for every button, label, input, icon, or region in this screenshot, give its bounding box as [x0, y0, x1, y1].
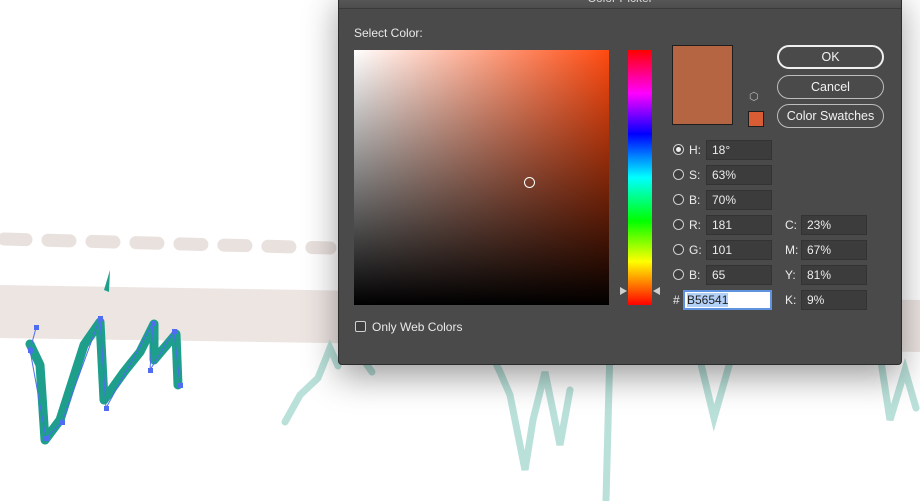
yellow-label: Y: [785, 268, 796, 282]
blue-label: B: [689, 268, 701, 282]
hex-value: B56541 [687, 293, 729, 307]
red-label: R: [689, 218, 701, 232]
dashed-guide [0, 232, 337, 255]
faint-scribbles [281, 339, 920, 501]
zigzag-tip [104, 270, 110, 292]
hue-arrow-left-icon[interactable] [620, 287, 627, 295]
gamut-swatch[interactable] [748, 111, 764, 127]
saturation-label: S: [689, 168, 701, 182]
only-web-colors-checkbox[interactable] [355, 321, 366, 332]
out-of-gamut-cube-icon[interactable]: ⬡ [749, 92, 759, 103]
hue-field[interactable]: 18° [706, 140, 772, 160]
saturation-brightness-field[interactable] [354, 50, 609, 305]
color-marker[interactable] [524, 177, 535, 188]
select-color-label: Select Color: [354, 26, 423, 40]
yellow-field[interactable]: 81% [801, 265, 867, 285]
magenta-label: M: [785, 243, 799, 257]
color-picker-dialog: Color Picker Select Color: ⬡ OK Cancel C… [338, 0, 902, 365]
hex-field[interactable]: B56541 [683, 290, 772, 310]
brightness-label: B: [689, 193, 701, 207]
hue-slider[interactable] [628, 50, 652, 305]
red-radio[interactable] [673, 219, 684, 230]
hue-radio[interactable] [673, 144, 684, 155]
hue-arrow-right-icon[interactable] [653, 287, 660, 295]
blue-radio[interactable] [673, 269, 684, 280]
hex-label: # [673, 293, 680, 307]
red-field[interactable]: 181 [706, 215, 772, 235]
color-swatches-button[interactable]: Color Swatches [777, 104, 884, 128]
cancel-button[interactable]: Cancel [777, 75, 884, 99]
saturation-field[interactable]: 63% [706, 165, 772, 185]
dialog-title: Color Picker [339, 0, 901, 9]
green-radio[interactable] [673, 244, 684, 255]
black-field[interactable]: 9% [801, 290, 867, 310]
black-label: K: [785, 293, 797, 307]
green-label: G: [689, 243, 702, 257]
ok-button[interactable]: OK [777, 45, 884, 69]
brightness-radio[interactable] [673, 194, 684, 205]
hue-label: H: [689, 143, 701, 157]
cyan-field[interactable]: 23% [801, 215, 867, 235]
magenta-field[interactable]: 67% [801, 240, 867, 260]
brightness-field[interactable]: 70% [706, 190, 772, 210]
only-web-colors-label[interactable]: Only Web Colors [372, 320, 462, 334]
blue-field[interactable]: 65 [706, 265, 772, 285]
cyan-label: C: [785, 218, 797, 232]
color-preview [672, 45, 733, 125]
green-field[interactable]: 101 [706, 240, 772, 260]
saturation-radio[interactable] [673, 169, 684, 180]
